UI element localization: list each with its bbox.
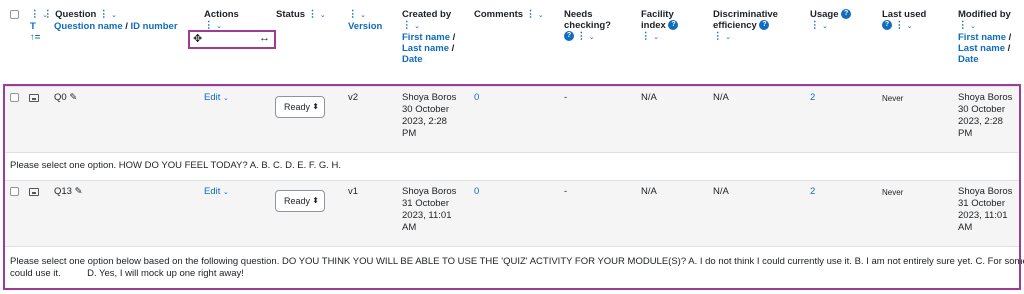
- sort-asc-icon[interactable]: ↑=: [30, 32, 40, 43]
- actions-column-header: Actions ⋮ ⌄: [204, 9, 239, 32]
- header-separator: /: [122, 21, 131, 32]
- column-menu-icon[interactable]: ⋮: [99, 9, 109, 20]
- version-column-header: ⋮ ⌄ Version: [348, 9, 382, 32]
- column-menu-icon[interactable]: ⋮: [810, 20, 820, 31]
- chevron-down-icon[interactable]: ⌄: [589, 34, 595, 41]
- column-menu-icon[interactable]: ⋮: [577, 31, 587, 42]
- status-header-label: Status: [276, 9, 306, 20]
- help-icon[interactable]: ?: [668, 20, 679, 31]
- status-column-header: Status ⋮ ⌄: [276, 9, 326, 21]
- column-menu-icon[interactable]: ⋮: [348, 9, 358, 20]
- column-menu-icon[interactable]: ⋮: [30, 9, 40, 20]
- chevron-down-icon[interactable]: ⌄: [907, 23, 913, 30]
- version-sort-link[interactable]: Version: [348, 21, 382, 32]
- rows-highlight-box: [3, 84, 1021, 290]
- chevron-down-icon[interactable]: ⌄: [970, 23, 976, 30]
- modified-by-column-header: Modified by ⋮ ⌄ First name / Last name /…: [958, 9, 1012, 65]
- discrimination-label-2: efficiency: [713, 20, 757, 31]
- help-icon[interactable]: ?: [841, 9, 852, 20]
- date-sort-link[interactable]: Date: [402, 54, 423, 65]
- first-name-sort-link[interactable]: First name: [958, 32, 1006, 43]
- usage-header-label: Usage: [810, 9, 839, 20]
- column-menu-icon[interactable]: ⋮: [43, 9, 53, 20]
- chevron-down-icon[interactable]: ⌄: [725, 34, 731, 41]
- column-menu-icon[interactable]: ⋮: [402, 20, 412, 31]
- move-icon[interactable]: ✥: [193, 32, 202, 45]
- type-sort-link[interactable]: T: [30, 21, 36, 32]
- usage-column-header: Usage ? ⋮ ⌄: [810, 9, 852, 32]
- facility-label-2: index: [641, 20, 666, 31]
- column-menu-icon[interactable]: ⋮: [958, 20, 968, 31]
- created-by-column-header: Created by ⋮ ⌄ First name / Last name / …: [402, 9, 456, 65]
- actions-header-label: Actions: [204, 9, 239, 20]
- chevron-down-icon[interactable]: ⌄: [216, 23, 222, 30]
- chevron-down-icon[interactable]: ⌄: [414, 23, 420, 30]
- needs-checking-label-2: checking?: [564, 20, 611, 31]
- comments-header-label: Comments: [474, 9, 524, 20]
- chevron-down-icon[interactable]: ⌄: [111, 12, 117, 19]
- chevron-down-icon[interactable]: ⌄: [538, 12, 544, 19]
- first-name-sort-link[interactable]: First name: [402, 32, 450, 43]
- last-used-header-label: Last used: [882, 9, 927, 20]
- comments-column-header: Comments ⋮ ⌄: [474, 9, 544, 21]
- discrimination-column-header: Discriminative efficiency ? ⋮ ⌄: [713, 9, 778, 43]
- facility-column-header: Facility index ? ⋮ ⌄: [641, 9, 679, 43]
- needs-checking-label-1: Needs: [564, 9, 593, 20]
- column-menu-icon[interactable]: ⋮: [641, 31, 651, 42]
- select-all-checkbox[interactable]: [10, 10, 19, 19]
- last-name-sort-link[interactable]: Last name: [958, 43, 1005, 54]
- created-by-header-label: Created by: [402, 9, 452, 20]
- chevron-down-icon[interactable]: ⌄: [653, 34, 659, 41]
- question-name-sort-link[interactable]: Question name: [54, 21, 123, 32]
- question-column-header: ⋮ Question ⋮ ⌄ Question name / ID number: [43, 9, 178, 32]
- help-icon[interactable]: ?: [564, 31, 574, 42]
- table-header: ⋮ ⌄ T ↑= ⋮ Question ⋮ ⌄ Question name / …: [0, 0, 1024, 82]
- column-menu-icon[interactable]: ⋮: [526, 9, 536, 20]
- last-name-sort-link[interactable]: Last name: [402, 43, 449, 54]
- column-drag-highlight: ✥ ↔: [188, 30, 276, 49]
- needs-checking-column-header: Needs checking? ? ⋮ ⌄: [564, 9, 611, 43]
- last-used-column-header: Last used ? ⋮ ⌄: [882, 9, 926, 32]
- discrimination-label-1: Discriminative: [713, 9, 778, 20]
- help-icon[interactable]: ?: [882, 20, 892, 31]
- resize-icon[interactable]: ↔: [259, 32, 270, 44]
- help-icon[interactable]: ?: [759, 20, 770, 31]
- id-number-sort-link[interactable]: ID number: [131, 21, 178, 32]
- column-menu-icon[interactable]: ⋮: [713, 31, 723, 42]
- chevron-down-icon[interactable]: ⌄: [822, 23, 828, 30]
- chevron-down-icon[interactable]: ⌄: [320, 12, 326, 19]
- question-header-label: Question: [55, 9, 97, 20]
- column-menu-icon[interactable]: ⋮: [895, 20, 905, 31]
- date-sort-link[interactable]: Date: [958, 54, 979, 65]
- facility-label-1: Facility: [641, 9, 674, 20]
- chevron-down-icon[interactable]: ⌄: [360, 12, 366, 19]
- column-menu-icon[interactable]: ⋮: [308, 9, 318, 20]
- modified-by-header-label: Modified by: [958, 9, 1011, 20]
